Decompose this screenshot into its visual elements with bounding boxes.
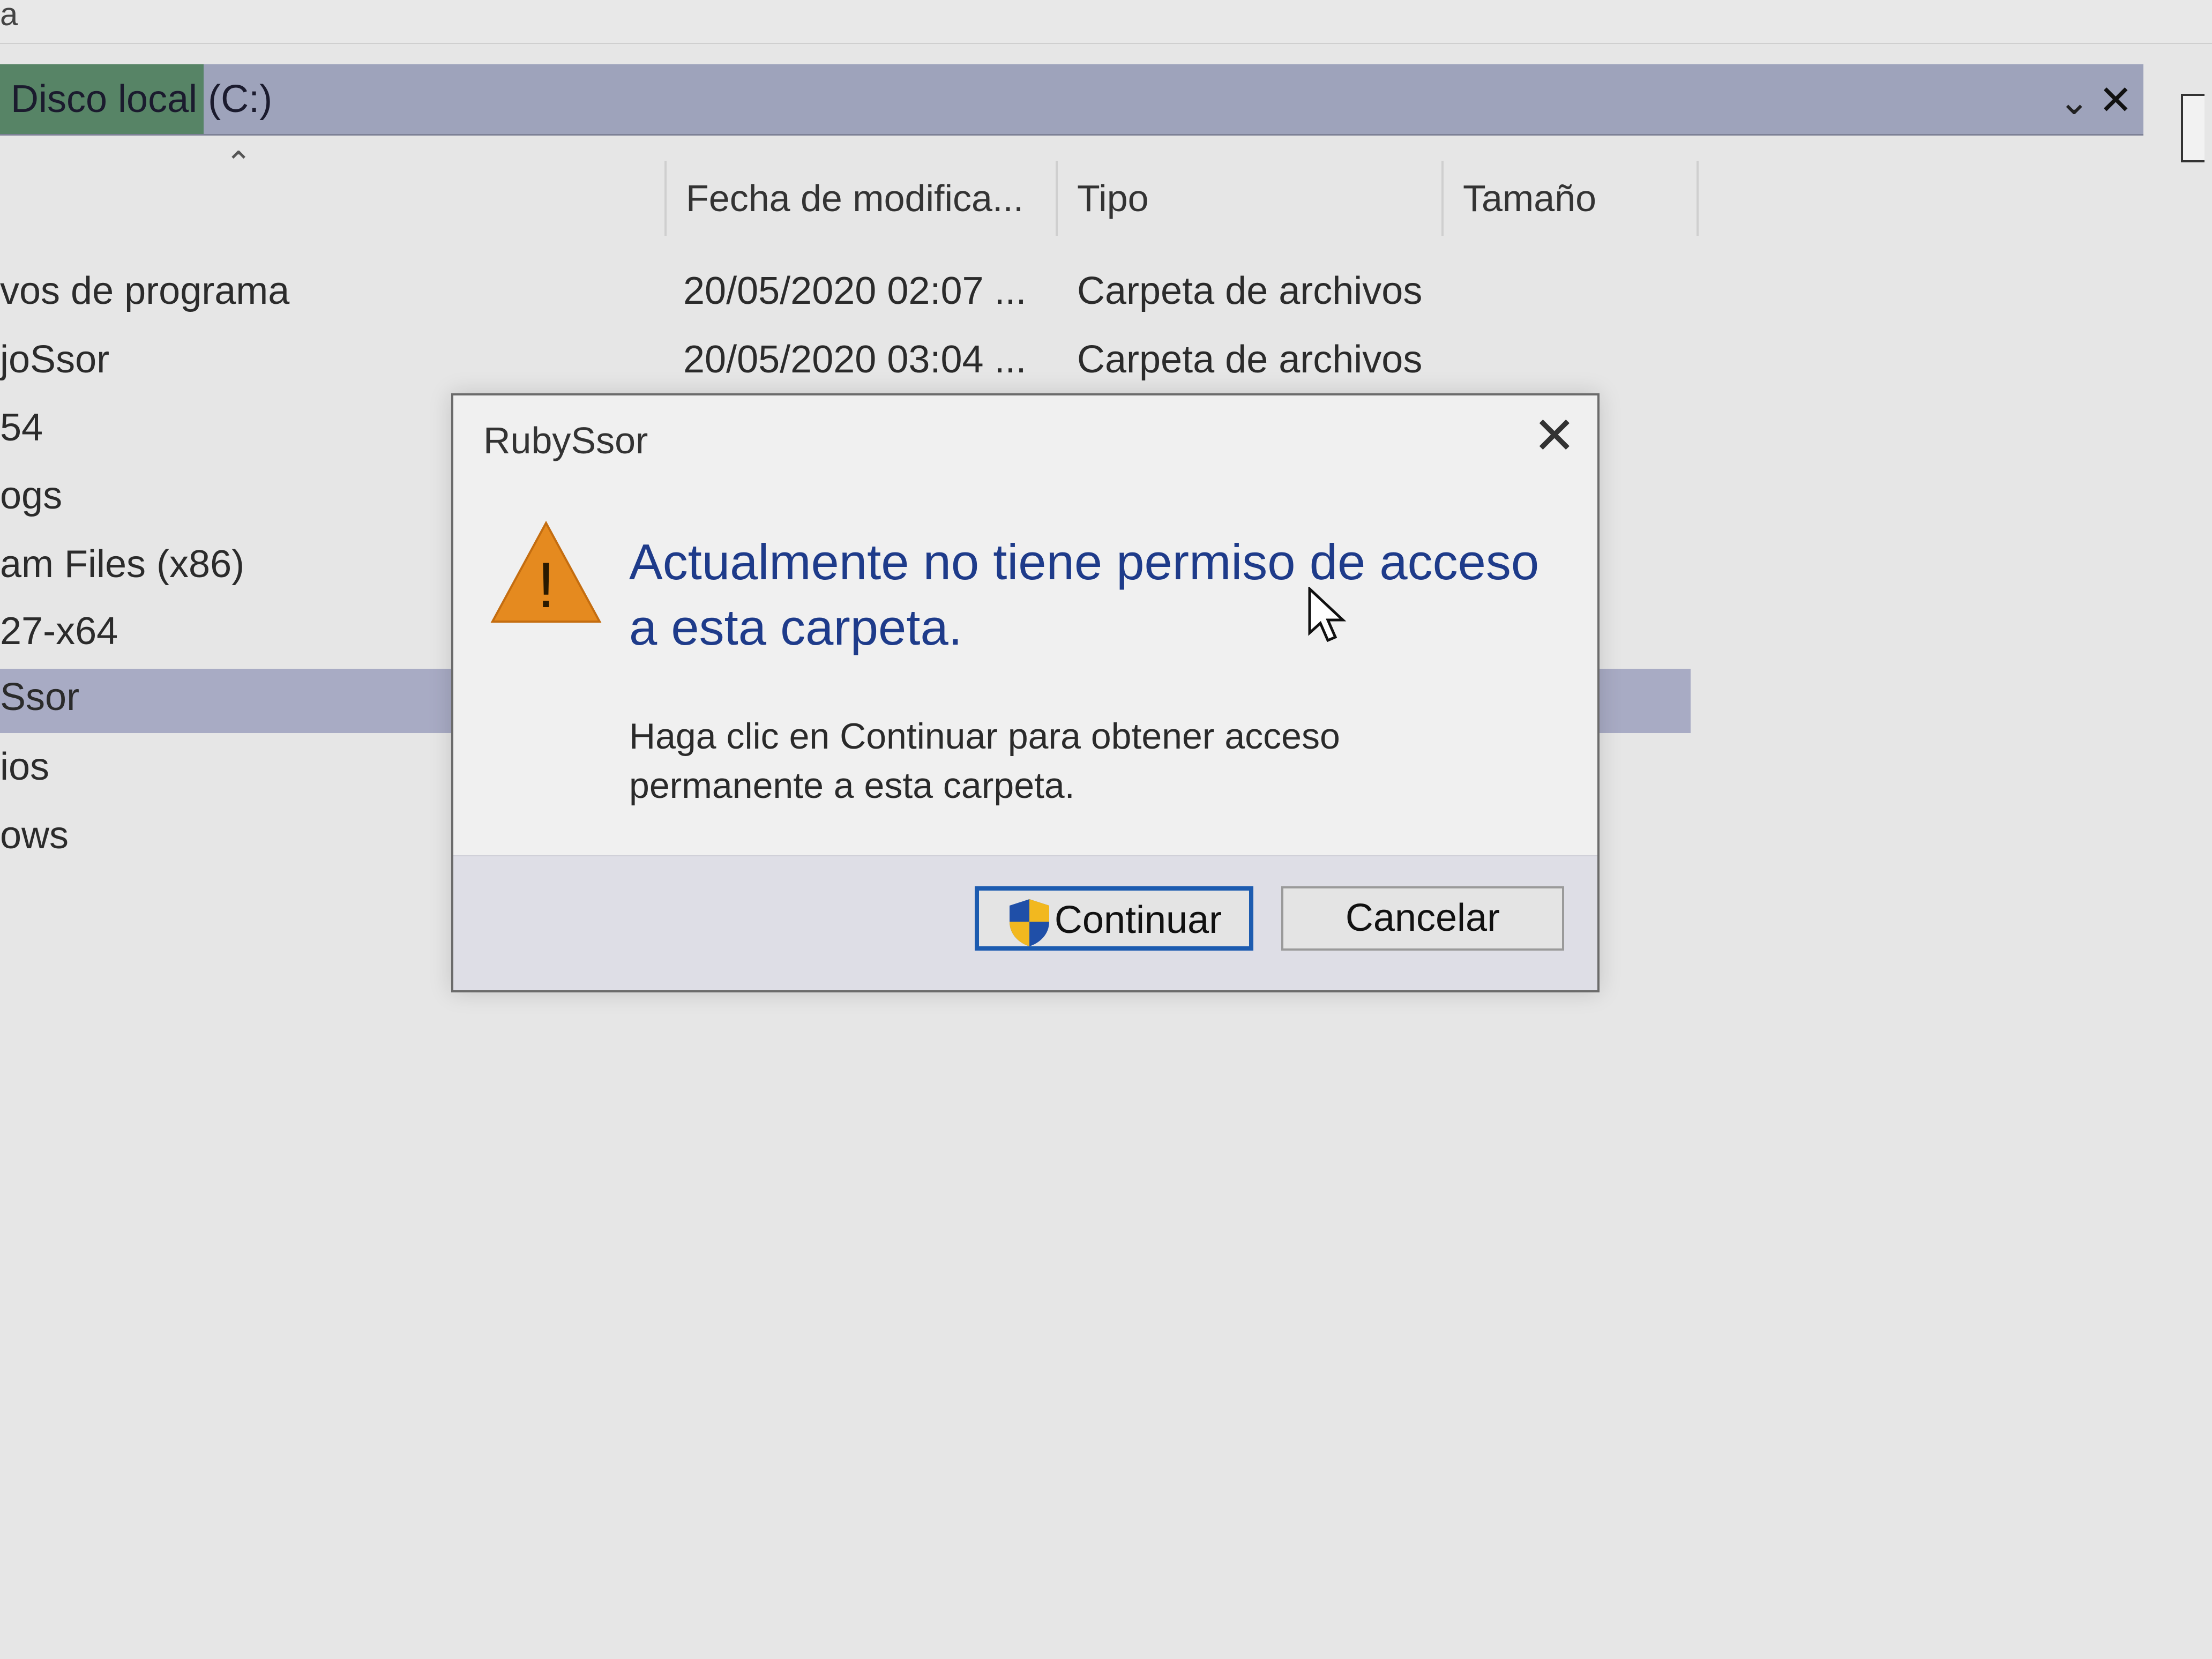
column-header-type-label: Tipo: [1077, 177, 1149, 219]
cancel-button[interactable]: Cancelar: [1281, 886, 1564, 951]
column-header-size[interactable]: Tamaño: [1441, 161, 1699, 236]
side-panel-edge: [2181, 94, 2204, 162]
address-bar[interactable]: Disco local (C:) ⌄ ✕: [0, 64, 2143, 136]
column-header-type[interactable]: Tipo: [1056, 161, 1447, 236]
file-name: ios: [0, 745, 50, 788]
file-date: 20/05/2020 03:04 ...: [683, 338, 1027, 381]
dialog-main-message: Actualmente no tiene permiso de acceso a…: [629, 534, 1540, 655]
list-item[interactable]: vos de programa 20/05/2020 02:07 ... Car…: [0, 263, 1715, 327]
permission-dialog: RubySsor ✕ ! Actualmente no tiene permis…: [451, 393, 1600, 992]
close-icon[interactable]: ✕: [2098, 76, 2133, 124]
continue-button[interactable]: Continuar: [975, 886, 1253, 951]
column-header-date-label: Fecha de modifica...: [686, 177, 1024, 219]
dialog-sub-message: Haga clic en Continuar para obtener acce…: [629, 716, 1340, 806]
warning-triangle-icon: !: [490, 520, 602, 623]
file-name: am Files (x86): [0, 543, 245, 586]
file-name: 54: [0, 406, 43, 449]
file-date: 20/05/2020 02:07 ...: [683, 270, 1027, 312]
cancel-button-label: Cancelar: [1345, 896, 1500, 939]
close-icon[interactable]: ✕: [1533, 410, 1576, 462]
file-name: joSsor: [0, 338, 110, 381]
file-name: Ssor: [0, 676, 80, 719]
continue-button-label: Continuar: [1054, 899, 1222, 941]
window-title: a: [0, 0, 18, 32]
window-top-strip: a: [0, 0, 2212, 44]
file-type: Carpeta de archivos: [1077, 270, 1423, 312]
column-header-size-label: Tamaño: [1463, 177, 1597, 219]
address-path[interactable]: Disco local (C:): [11, 77, 272, 121]
svg-text:!: !: [537, 549, 555, 621]
file-type: Carpeta de archivos: [1077, 338, 1423, 381]
chevron-down-icon[interactable]: ⌄: [2058, 79, 2090, 123]
column-header-date[interactable]: Fecha de modifica...: [664, 161, 1061, 236]
file-name: vos de programa: [0, 270, 290, 312]
sort-up-icon[interactable]: ⌃: [225, 145, 252, 182]
file-name: 27-x64: [0, 610, 118, 653]
dialog-title: RubySsor: [483, 420, 648, 461]
dialog-footer: Continuar Cancelar: [453, 855, 1597, 990]
file-name: ogs: [0, 474, 63, 517]
mouse-cursor-icon: [1308, 587, 1347, 642]
uac-shield-icon: [1009, 899, 1049, 946]
file-name: ows: [0, 814, 69, 857]
list-item[interactable]: joSsor 20/05/2020 03:04 ... Carpeta de a…: [0, 331, 1715, 395]
